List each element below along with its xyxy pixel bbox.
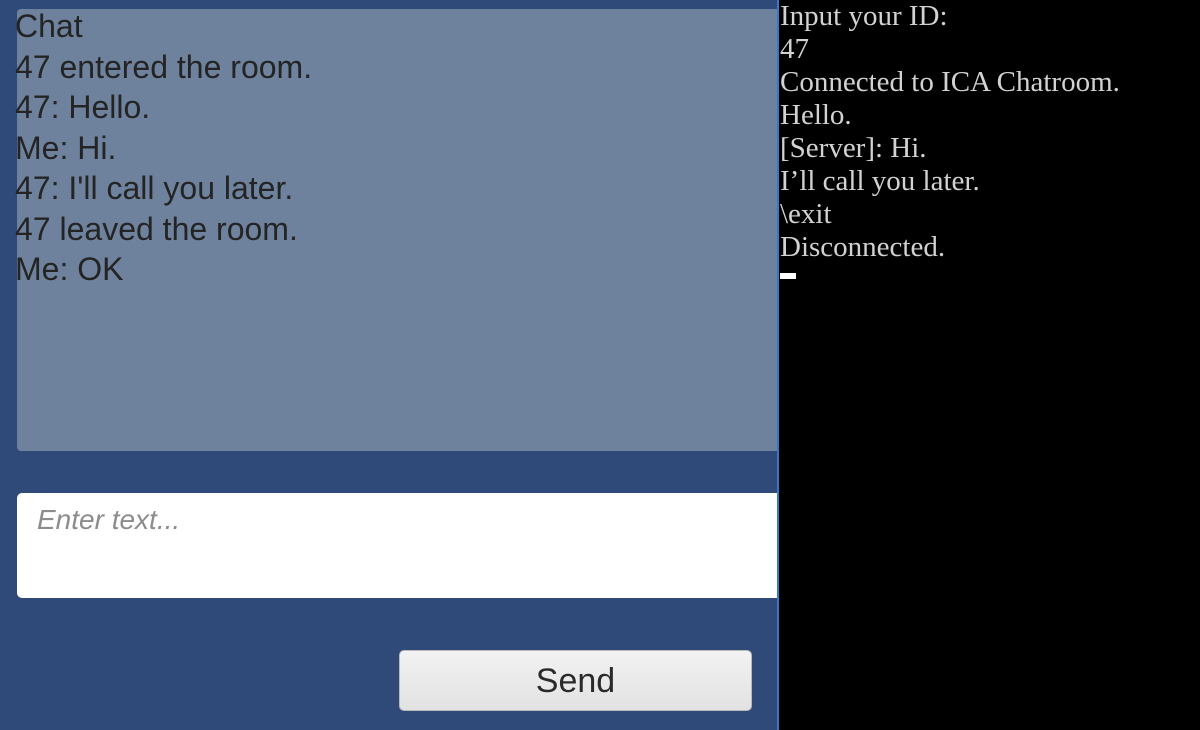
chat-log-title: Chat bbox=[15, 8, 83, 44]
console-line: \exit bbox=[780, 198, 832, 230]
console-line: Hello. bbox=[780, 99, 852, 131]
console-line: [Server]: Hi. bbox=[780, 132, 927, 164]
send-button-label: Send bbox=[535, 662, 616, 700]
chat-log-line: Me: OK bbox=[15, 251, 124, 287]
console-window[interactable]: Input your ID: 47 Connected to ICA Chatr… bbox=[777, 0, 1200, 730]
console-line: Input your ID: bbox=[780, 0, 948, 32]
console-line: Disconnected. bbox=[780, 231, 946, 263]
chat-client-window: Chat 47 entered the room. 47: Hello. Me:… bbox=[0, 0, 777, 730]
console-line: 47 bbox=[780, 33, 809, 65]
console-cursor bbox=[780, 273, 796, 279]
chat-log-line: 47 leaved the room. bbox=[15, 210, 298, 247]
console-line: I’ll call you later. bbox=[780, 165, 980, 197]
chat-log-line: 47 entered the room. bbox=[15, 48, 313, 85]
chat-log-line: 47: I'll call you later. bbox=[15, 170, 294, 206]
message-input-placeholder: Enter text... bbox=[37, 504, 181, 535]
screen: Chat 47 entered the room. 47: Hello. Me:… bbox=[0, 0, 1200, 730]
chat-log-line: Me: Hi. bbox=[15, 129, 117, 166]
message-input[interactable]: Enter text... bbox=[17, 493, 777, 598]
chat-log-panel[interactable]: Chat 47 entered the room. 47: Hello. Me:… bbox=[15, 8, 777, 451]
chat-log-line: 47: Hello. bbox=[15, 89, 151, 125]
console-line: Connected to ICA Chatroom. bbox=[780, 66, 1120, 98]
send-button[interactable]: Send bbox=[399, 650, 752, 711]
